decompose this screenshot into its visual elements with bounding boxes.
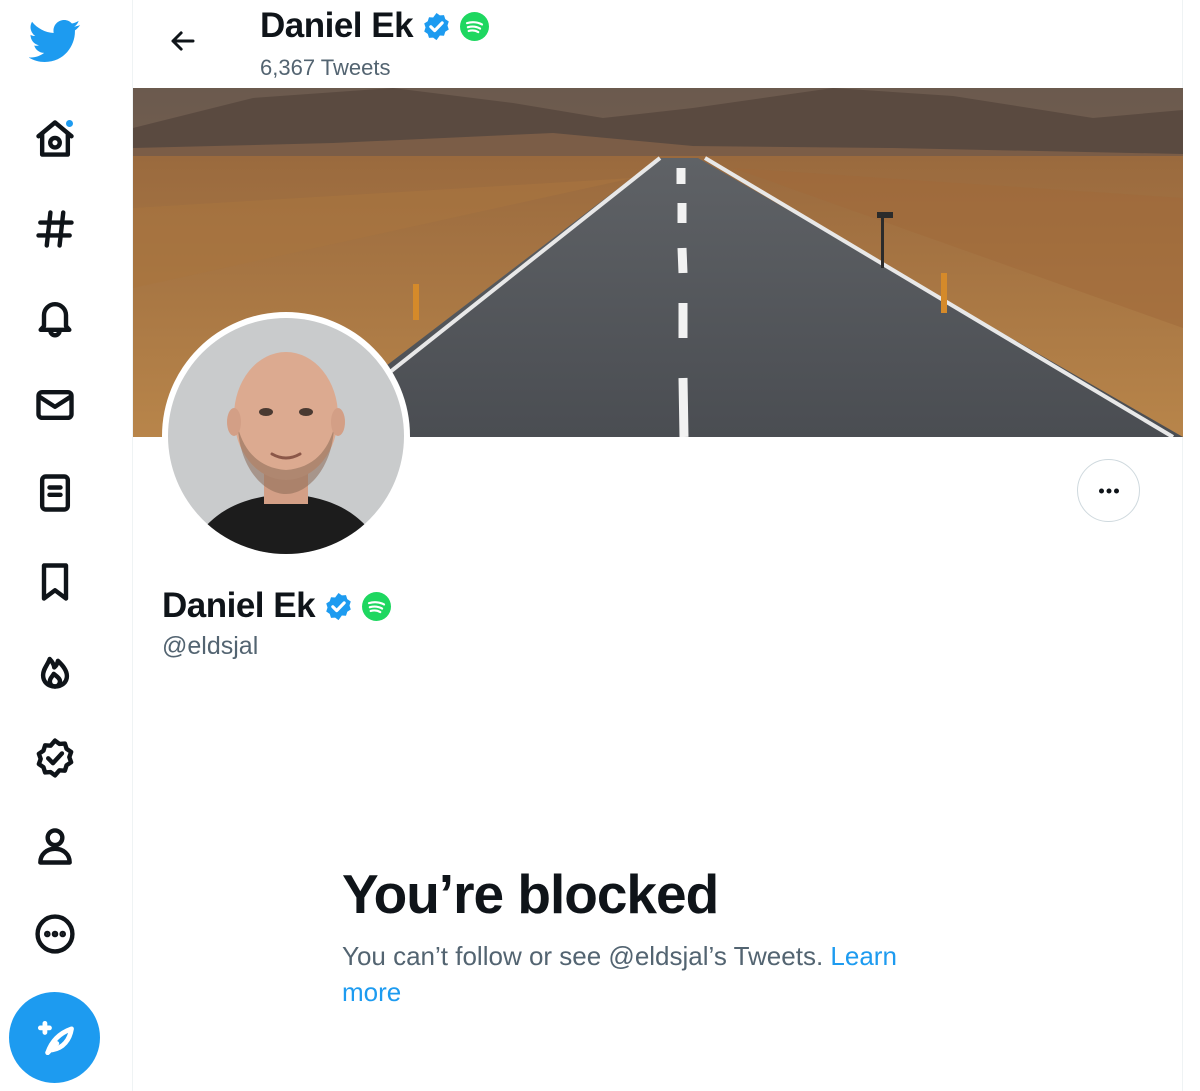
more-circle-icon (35, 914, 75, 954)
nav-verified[interactable] (22, 725, 88, 791)
blocked-message-text: You can’t follow or see @eldsjal’s Tweet… (342, 941, 824, 971)
nav-messages[interactable] (22, 372, 88, 438)
compose-tweet-button[interactable] (9, 992, 100, 1083)
back-button[interactable] (157, 15, 209, 67)
nav-topics[interactable] (22, 637, 88, 703)
hashtag-icon (36, 210, 74, 248)
profile-avatar[interactable] (162, 312, 410, 560)
blocked-notice: You’re blocked You can’t follow or see @… (342, 862, 942, 1010)
person-icon (38, 828, 72, 865)
ellipsis-icon (1098, 488, 1119, 493)
verified-check-icon (323, 591, 354, 622)
nav-notifications[interactable] (22, 284, 88, 350)
profile-handle: @eldsjal (162, 632, 259, 660)
flame-icon (40, 656, 70, 689)
nav-lists[interactable] (22, 460, 88, 526)
profile-header-bar: Daniel Ek 6,367 Tweets (133, 0, 1183, 88)
profile-column: Daniel Ek 6,367 Tweets Daniel Ek @eldsja… (133, 0, 1183, 1091)
profile-more-button[interactable] (1077, 459, 1140, 522)
nav-bookmarks[interactable] (22, 549, 88, 615)
profile-name-row: Daniel Ek (162, 586, 392, 626)
verified-check-icon (421, 11, 452, 42)
envelope-icon (36, 389, 74, 421)
list-icon (39, 474, 71, 512)
header-display-name: Daniel Ek (260, 6, 414, 45)
nav-explore[interactable] (22, 196, 88, 262)
tweet-count: 6,367 Tweets (260, 55, 391, 80)
header-name-row: Daniel Ek (260, 6, 490, 46)
blocked-message: You can’t follow or see @eldsjal’s Tweet… (342, 938, 942, 1010)
twitter-logo[interactable] (22, 8, 88, 74)
nav-home[interactable] (22, 106, 88, 172)
sidebar-nav (0, 0, 133, 1091)
spotify-icon (362, 591, 392, 621)
nav-more[interactable] (22, 901, 88, 967)
spotify-icon (460, 11, 490, 41)
bookmark-icon (41, 563, 69, 601)
profile-display-name: Daniel Ek (162, 586, 316, 625)
blocked-title: You’re blocked (342, 863, 719, 925)
nav-profile[interactable] (22, 813, 88, 879)
verified-badge-icon (36, 738, 74, 778)
bird-icon (29, 19, 81, 63)
notification-dot (64, 118, 75, 129)
compose-tweet-icon (37, 1020, 74, 1055)
bell-icon (38, 302, 72, 338)
arrow-left-icon (171, 31, 195, 51)
